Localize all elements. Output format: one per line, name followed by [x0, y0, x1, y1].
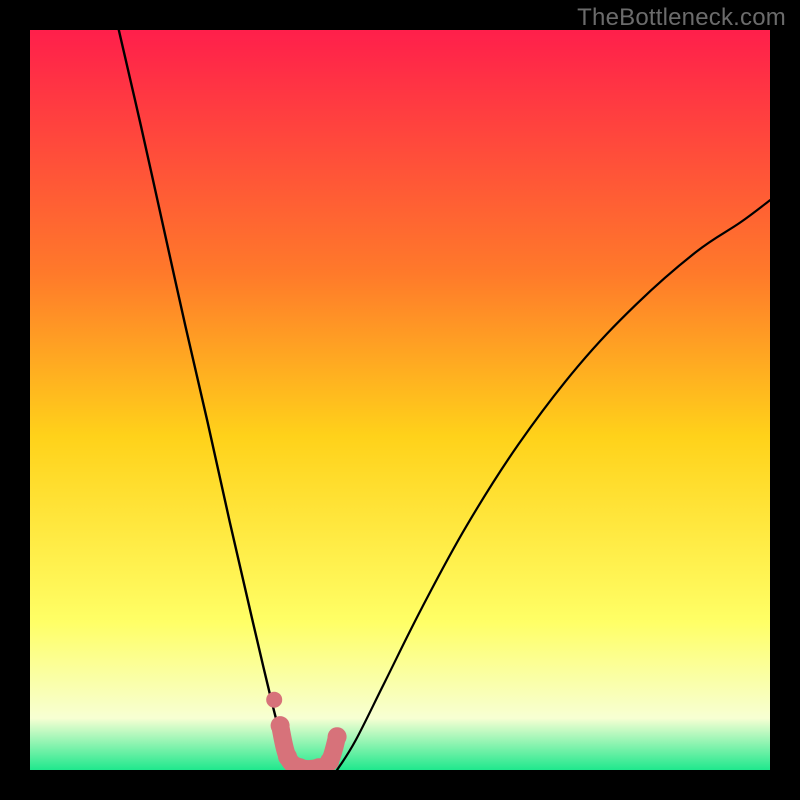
curve-left-branch	[119, 30, 297, 770]
watermark-text: TheBottleneck.com	[577, 4, 786, 32]
valley-marker-dot	[271, 716, 290, 735]
plot-area	[30, 30, 770, 770]
valley-marker-dot	[320, 752, 339, 770]
valley-marker-dot	[328, 727, 347, 746]
curve-right-branch	[337, 200, 770, 770]
valley-marker-dot	[266, 692, 282, 708]
chart-svg	[30, 30, 770, 770]
valley-marker-dots	[266, 692, 346, 770]
chart-frame: TheBottleneck.com	[0, 0, 800, 800]
